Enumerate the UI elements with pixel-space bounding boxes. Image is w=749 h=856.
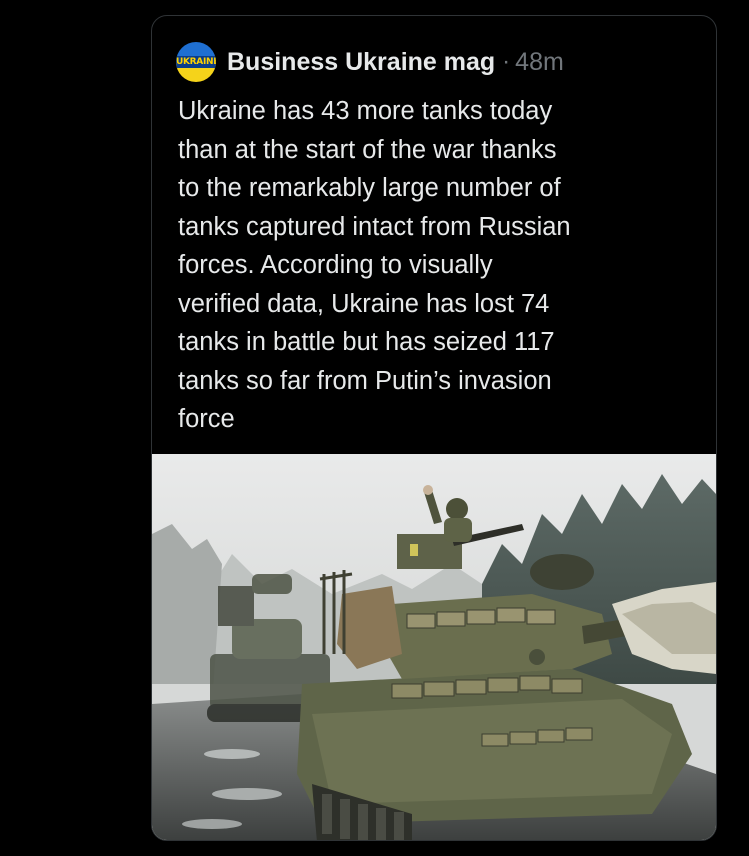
separator-dot: ·: [502, 48, 511, 75]
tweet-photo[interactable]: [152, 454, 716, 840]
tweet-timestamp[interactable]: 48m: [515, 47, 564, 77]
tweet-card[interactable]: UKRAINE Business Ukraine mag · 48m Ukrai…: [151, 15, 717, 841]
tweet-text: Ukraine has 43 more tanks today than at …: [178, 97, 571, 433]
author-name[interactable]: Business Ukraine mag: [227, 47, 495, 77]
avatar-logo-text: UKRAINE: [176, 56, 216, 68]
tanks-photo-illustration: [152, 454, 716, 840]
tweet-header: UKRAINE Business Ukraine mag · 48m: [176, 42, 564, 82]
author-avatar[interactable]: UKRAINE: [176, 42, 216, 82]
